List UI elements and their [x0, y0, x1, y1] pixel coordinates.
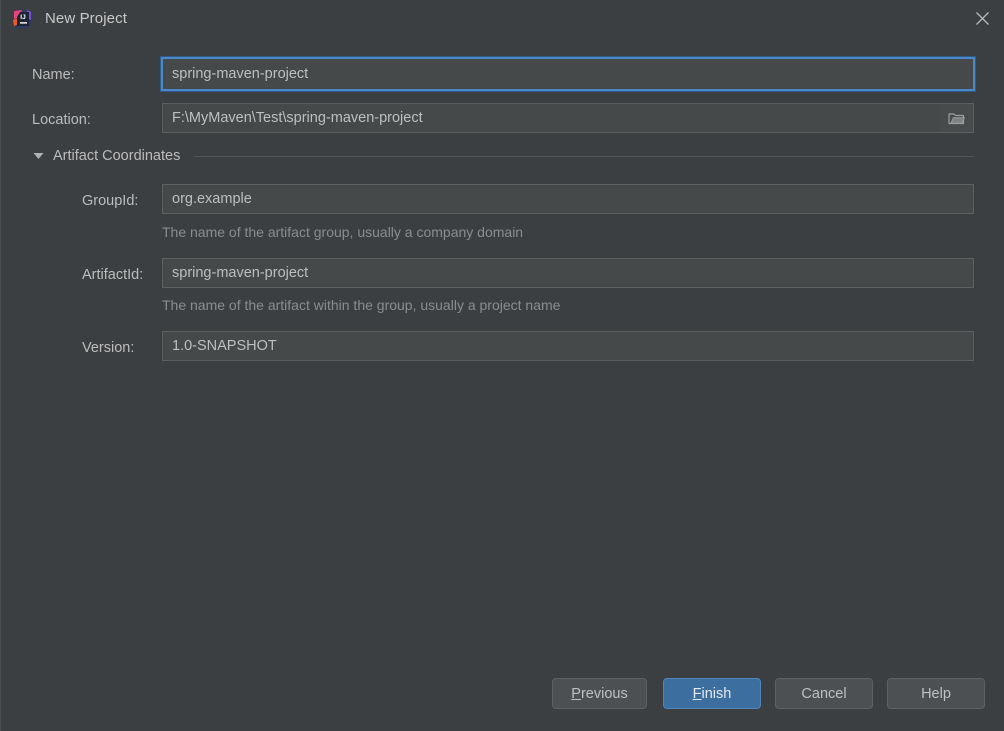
finish-button-label: inish	[701, 685, 732, 702]
artifact-coordinates-label: Artifact Coordinates	[53, 148, 181, 164]
dialog-button-bar: Previous Finish Cancel Help	[1, 662, 1004, 731]
svg-text:IJ: IJ	[20, 14, 26, 21]
version-input[interactable]	[162, 331, 974, 361]
folder-icon[interactable]	[940, 103, 974, 133]
finish-button[interactable]: Finish	[663, 678, 761, 709]
title-bar: IJ New Project	[1, 0, 1004, 37]
location-label: Location:	[32, 112, 91, 128]
location-input[interactable]	[162, 103, 941, 133]
finish-button-mnemonic: F	[692, 685, 702, 702]
name-input[interactable]	[161, 57, 975, 91]
groupid-input[interactable]	[162, 184, 974, 214]
groupid-hint: The name of the artifact group, usually …	[162, 224, 524, 240]
artifactid-hint: The name of the artifact within the grou…	[162, 297, 561, 313]
new-project-dialog: IJ New Project Name: Location:	[0, 0, 1004, 731]
cancel-button-label: Cancel	[801, 685, 847, 702]
groupid-label: GroupId:	[82, 193, 139, 209]
close-icon[interactable]	[959, 0, 1004, 37]
project-settings-form: Name: Location: Artifact Coordinates	[1, 37, 1004, 662]
cancel-button[interactable]: Cancel	[775, 678, 873, 709]
artifactid-label: ArtifactId:	[82, 267, 144, 283]
previous-button-label: revious	[580, 685, 628, 702]
version-label: Version:	[82, 340, 135, 356]
name-label: Name:	[32, 67, 75, 83]
version-row: Version:	[82, 335, 134, 361]
intellij-idea-icon: IJ	[11, 8, 33, 30]
help-button[interactable]: Help	[887, 678, 985, 709]
section-separator	[194, 155, 974, 157]
artifact-coordinates-section-header[interactable]: Artifact Coordinates	[32, 148, 974, 164]
groupid-row: GroupId:	[82, 188, 138, 214]
previous-button[interactable]: Previous	[552, 678, 647, 709]
name-row: Name:	[32, 62, 75, 88]
triangle-down-icon	[32, 150, 44, 162]
previous-button-mnemonic: P	[571, 685, 581, 702]
location-row: Location:	[32, 107, 91, 133]
help-button-label: Help	[921, 685, 951, 702]
window-title: New Project	[45, 10, 127, 27]
artifactid-row: ArtifactId:	[82, 262, 143, 288]
artifactid-input[interactable]	[162, 258, 974, 288]
